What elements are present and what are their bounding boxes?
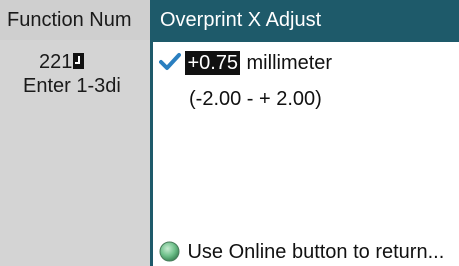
function-number-value: 221 [39,51,73,73]
background-hint: Enter 1-3di [23,75,121,97]
checkmark-icon [159,53,181,70]
online-button-icon [159,241,180,262]
adjust-value-field[interactable]: +0.75 [185,51,241,75]
enter-cursor-icon [73,53,85,69]
dialog-header: Overprint X Adjust [153,0,459,42]
return-instruction: Use Online button to return... [159,241,444,265]
printer-panel-screen: Function Num 221 Enter 1-3di Overprint X… [0,0,459,266]
overprint-adjust-dialog: Overprint X Adjust +0.75 millimeter (-2.… [150,0,459,266]
function-number-field: 221 [39,51,85,74]
background-function-panel: Function Num 221 Enter 1-3di [0,0,152,266]
background-header: Function Num [0,0,152,40]
unit-label: millimeter [246,52,333,74]
footer-text: Use Online button to return... [187,241,445,263]
background-title: Function Num [7,9,132,31]
value-range-label: (-2.00 - + 2.00) [189,88,322,110]
dialog-title: Overprint X Adjust [160,9,322,31]
adjust-value-row[interactable]: +0.75 millimeter [159,51,332,75]
